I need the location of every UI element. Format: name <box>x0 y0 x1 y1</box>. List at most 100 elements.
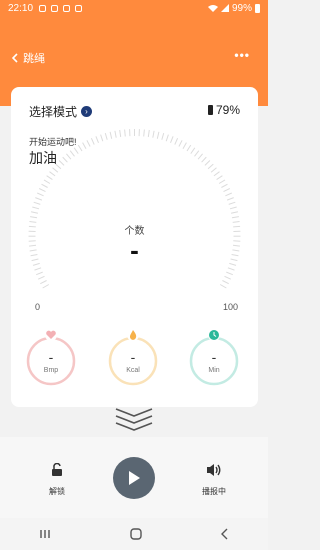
gauge-tick <box>197 153 203 160</box>
gauge-tick <box>34 267 42 271</box>
gauge-tick <box>41 183 48 188</box>
gauge-tick <box>204 160 211 166</box>
gauge-tick <box>77 144 83 152</box>
page-title: 跳绳 <box>23 53 45 65</box>
expand-chevron-icon[interactable] <box>114 406 154 432</box>
gauge-tick <box>32 206 40 210</box>
gauge-tick <box>58 160 65 166</box>
gauge-tick <box>30 211 39 214</box>
gauge-tick <box>33 201 41 205</box>
gauge-tick <box>222 280 229 285</box>
gauge-tick <box>228 201 236 205</box>
gauge-tick <box>37 275 45 280</box>
gauge-tick <box>152 130 155 138</box>
play-button[interactable] <box>113 457 155 499</box>
gauge-tick <box>38 188 46 193</box>
duration-value: - <box>211 349 217 365</box>
gauge-tick <box>165 134 169 142</box>
status-right: 99% <box>207 2 260 14</box>
chevron-left-icon <box>12 53 18 63</box>
voice-broadcast-label: 播报中 <box>202 487 226 496</box>
voice-broadcast-button[interactable]: 播报中 <box>198 463 230 497</box>
gauge-tick <box>143 129 145 137</box>
gauge-tick <box>36 271 43 276</box>
gauge-tick <box>227 267 235 271</box>
count-gauge <box>28 129 241 289</box>
gauge-tick <box>201 156 207 163</box>
gauge-tick <box>190 147 196 154</box>
notification-icons <box>39 4 83 12</box>
heart-rate-unit: Bmp <box>43 367 59 374</box>
gauge-tick <box>223 188 231 193</box>
gauge-tick <box>69 150 75 157</box>
gauge-tick <box>62 156 68 163</box>
speaker-icon <box>207 464 221 476</box>
gauge-tick <box>224 275 232 280</box>
gauge-min: 0 <box>35 302 41 312</box>
gauge-tick <box>73 147 79 154</box>
gauge-tick <box>229 206 237 210</box>
gauge-tick <box>86 140 91 147</box>
gauge-tick <box>182 142 187 149</box>
wifi-icon <box>207 5 218 12</box>
signal-icon <box>220 4 229 12</box>
gauge-tick <box>52 167 59 173</box>
clock-icon <box>208 329 220 341</box>
gauge-tick <box>213 171 220 177</box>
gauge-tick <box>46 175 53 181</box>
gauge-tick <box>124 129 126 137</box>
more-button[interactable]: ••• <box>234 48 250 62</box>
gauge-tick <box>226 271 233 276</box>
calories-value: - <box>130 349 136 365</box>
flame-icon <box>127 329 139 341</box>
heart-rate-stat: - Bmp <box>25 329 77 387</box>
duration-unit: Min <box>208 367 220 374</box>
gauge-tick <box>114 130 117 138</box>
gauge-tick <box>216 175 223 181</box>
gauge-tick <box>82 142 87 149</box>
gauge-tick <box>218 179 226 184</box>
gauge-tick <box>207 163 214 170</box>
duration-stat: - Min <box>188 329 240 387</box>
status-time: 22:10 <box>8 2 34 14</box>
gauge-tick <box>194 150 200 157</box>
gauge-tick <box>95 136 99 143</box>
back-button[interactable]: 跳绳 <box>12 50 45 66</box>
recent-apps-icon[interactable] <box>39 529 51 539</box>
system-nav-bar <box>0 518 268 550</box>
control-bar: 解锁 播报中 <box>0 437 268 518</box>
calories-stat: - Kcal <box>107 329 159 387</box>
gauge-tick <box>225 192 233 197</box>
notification-icon <box>63 4 71 12</box>
workout-card: 选择模式 › 79% 开始运动吧! 加油 个数 - 0 100 - Bmp - … <box>11 87 258 407</box>
gauge-tick <box>226 197 234 201</box>
home-icon[interactable] <box>130 528 142 540</box>
gauge-tick <box>219 284 227 289</box>
unlock-label: 解锁 <box>49 487 65 496</box>
gauge-tick <box>186 144 192 152</box>
gauge-tick <box>178 140 183 147</box>
calories-unit: Kcal <box>126 367 140 374</box>
gauge-tick <box>35 197 43 201</box>
gauge-tick <box>40 280 47 285</box>
gauge-tick <box>109 131 113 139</box>
gauge-tick <box>43 179 51 184</box>
gauge-max: 100 <box>223 302 239 312</box>
gauge-tick <box>42 284 50 289</box>
gauge-tick <box>221 183 228 188</box>
unlock-button[interactable]: 解锁 <box>45 462 69 497</box>
gauge-tick <box>49 171 56 177</box>
count-value: - <box>130 235 139 265</box>
gauge-tick <box>230 211 239 214</box>
gauge-tick <box>119 129 122 138</box>
back-nav-icon[interactable] <box>220 528 229 540</box>
gauge-tick <box>161 132 165 140</box>
play-icon <box>129 471 140 485</box>
status-battery-text: 99% <box>231 2 252 14</box>
notification-icon <box>39 4 47 12</box>
gauge-tick <box>90 137 95 145</box>
heart-icon <box>45 329 57 341</box>
battery-icon <box>255 3 260 13</box>
notification-icon <box>51 4 59 12</box>
gauge-tick <box>100 134 104 142</box>
